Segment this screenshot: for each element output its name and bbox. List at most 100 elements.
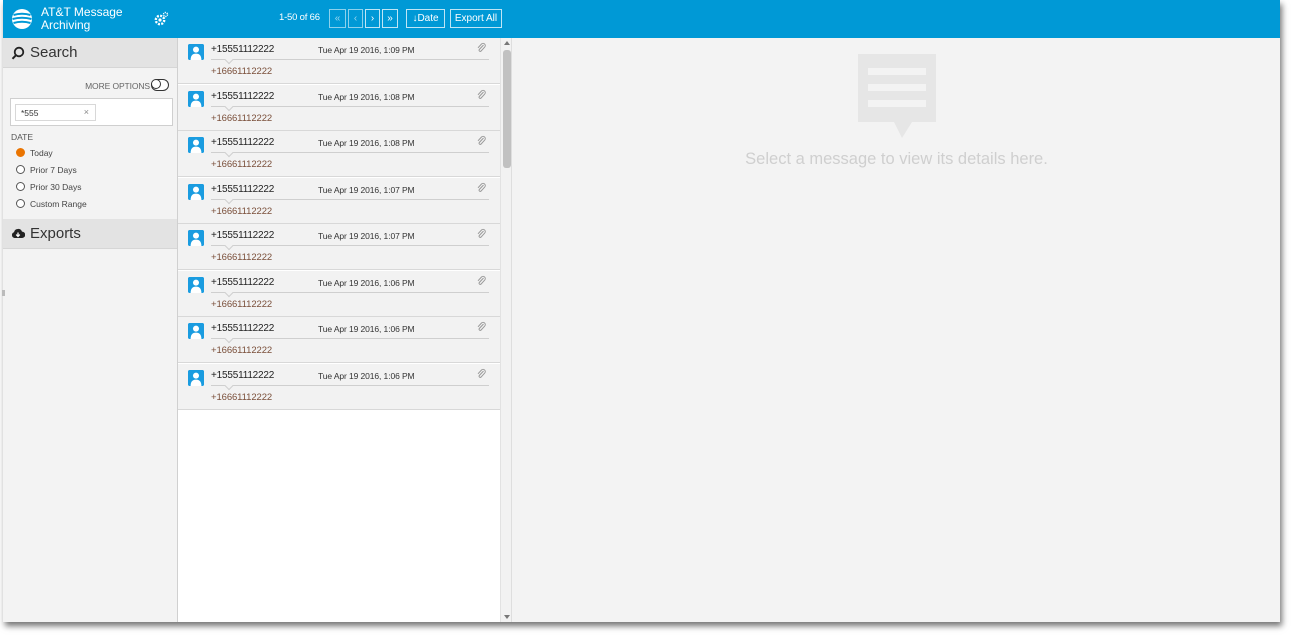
message-sender: +15551112222 [211, 44, 275, 55]
bubble-pointer [224, 195, 234, 204]
attachment-paperclip-icon [477, 89, 486, 99]
row-divider [211, 338, 489, 339]
message-row[interactable]: +15551112222 Tue Apr 19 2016, 1:08 PM +166… [178, 84, 500, 131]
scroll-up-icon[interactable] [504, 41, 510, 45]
row-divider [211, 198, 489, 200]
date-option-label: Prior 7 Days [30, 165, 77, 175]
exports-section-title: Exports [30, 225, 81, 242]
search-chip: *555 × [15, 104, 96, 121]
attachment-paperclip-icon [477, 42, 486, 52]
message-sender: +15551112222 [211, 183, 275, 195]
settings-gear-icon[interactable] [153, 11, 169, 27]
brand: AT&T Message Archiving [9, 4, 177, 34]
message-sender: +15551112222 [211, 369, 275, 381]
message-bubble-icon [858, 54, 936, 138]
message-timestamp: Tue Apr 19 2016, 1:08 PM [318, 138, 415, 148]
att-globe-icon [12, 9, 32, 29]
date-option-label: Prior 30 Days [30, 182, 82, 192]
list-toolbar: 1-50 of 66 « ‹ › » ↓Date Export All [179, 0, 502, 38]
scroll-down-icon[interactable] [504, 615, 510, 619]
chip-remove-icon[interactable]: × [84, 107, 89, 117]
row-divider [211, 384, 489, 386]
message-recipient: +16661112222 [211, 159, 273, 170]
message-timestamp: Tue Apr 19 2016, 1:06 PM [318, 277, 415, 288]
prev-page-button[interactable]: ‹ [348, 9, 363, 28]
left-resize-handle[interactable] [2, 290, 5, 296]
app-window: AT&T Message Archiving 1-50 of 66 « ‹ › … [3, 0, 1280, 622]
attachment-paperclip-icon [477, 228, 486, 238]
bubble-pointer [224, 334, 234, 344]
message-timestamp: Tue Apr 19 2016, 1:06 PM [318, 324, 415, 334]
message-recipient: +16661112222 [211, 345, 273, 356]
user-avatar-icon [188, 137, 204, 153]
attachment-paperclip-icon [477, 182, 486, 192]
bubble-pointer [224, 55, 234, 65]
row-divider [211, 291, 489, 293]
bubble-pointer [224, 241, 234, 251]
user-avatar-icon [188, 183, 204, 200]
scroll-thumb[interactable] [503, 50, 511, 168]
message-sender: +15551112222 [211, 323, 275, 334]
message-recipient: +16661112222 [211, 252, 273, 263]
exports-section-header[interactable]: Exports [3, 219, 177, 249]
date-option-label: Custom Range [30, 199, 87, 209]
message-row[interactable]: +15551112222 Tue Apr 19 2016, 1:07 PM +166… [178, 177, 500, 224]
message-sender: +15551112222 [211, 137, 275, 148]
user-avatar-icon [188, 230, 204, 246]
search-input[interactable]: *555 × [10, 98, 173, 126]
message-recipient: +16661112222 [211, 112, 273, 124]
message-row[interactable]: +15551112222 Tue Apr 19 2016, 1:06 PM +166… [178, 317, 500, 363]
sort-date-button[interactable]: ↓Date [406, 9, 445, 28]
sidebar: Search MORE OPTIONS *555 × DATE Today Pr… [3, 38, 177, 622]
date-option-label: Today [30, 148, 53, 158]
message-sender: +15551112222 [211, 90, 275, 102]
row-divider [211, 105, 489, 107]
message-row[interactable]: +15551112222 Tue Apr 19 2016, 1:07 PM +166… [178, 224, 500, 270]
header-bar: AT&T Message Archiving 1-50 of 66 « ‹ › … [3, 0, 1280, 38]
message-sender: +15551112222 [211, 230, 275, 241]
radio-icon [16, 199, 25, 208]
message-timestamp: Tue Apr 19 2016, 1:07 PM [318, 231, 415, 241]
user-avatar-icon [188, 90, 204, 107]
message-timestamp: Tue Apr 19 2016, 1:09 PM [318, 45, 415, 55]
bubble-pointer [224, 381, 234, 390]
search-chip-text: *555 [21, 108, 39, 118]
date-filter-label: DATE [11, 132, 34, 142]
message-list: +15551112222 Tue Apr 19 2016, 1:09 PM +166… [177, 38, 512, 622]
row-divider [211, 245, 489, 246]
message-recipient: +16661112222 [211, 205, 273, 217]
search-section-header[interactable]: Search [3, 38, 177, 68]
message-timestamp: Tue Apr 19 2016, 1:08 PM [318, 91, 415, 102]
search-icon [11, 46, 25, 60]
message-row[interactable]: +15551112222 Tue Apr 19 2016, 1:08 PM +166… [178, 131, 500, 177]
message-recipient: +16661112222 [211, 66, 273, 77]
user-avatar-icon [188, 276, 204, 293]
user-avatar-icon [188, 44, 204, 60]
message-timestamp: Tue Apr 19 2016, 1:06 PM [318, 370, 415, 381]
bubble-pointer [224, 102, 234, 111]
app-title: AT&T Message Archiving [41, 5, 123, 32]
attachment-paperclip-icon [477, 135, 486, 145]
row-divider [211, 59, 489, 60]
message-row[interactable]: +15551112222 Tue Apr 19 2016, 1:06 PM +166… [178, 270, 500, 317]
attachment-paperclip-icon [477, 368, 486, 378]
radio-selected-icon [16, 148, 25, 157]
message-row[interactable]: +15551112222 Tue Apr 19 2016, 1:06 PM +166… [178, 363, 500, 410]
attachment-paperclip-icon [477, 321, 486, 331]
more-options-label: MORE OPTIONS [85, 81, 150, 91]
row-divider [211, 152, 489, 153]
message-timestamp: Tue Apr 19 2016, 1:07 PM [318, 184, 415, 195]
more-options-toggle[interactable] [151, 79, 169, 91]
user-avatar-icon [188, 323, 204, 339]
last-page-button[interactable]: » [382, 9, 398, 28]
message-detail-pane: Select a message to view its details her… [511, 38, 1280, 622]
export-all-button[interactable]: Export All [450, 9, 502, 28]
bubble-pointer [224, 288, 234, 297]
user-avatar-icon [188, 369, 204, 386]
radio-icon [16, 182, 25, 191]
sort-date-label: Date [417, 13, 439, 24]
message-row[interactable]: +15551112222 Tue Apr 19 2016, 1:09 PM +166… [178, 38, 500, 84]
next-page-button[interactable]: › [365, 9, 380, 28]
first-page-button[interactable]: « [329, 9, 346, 28]
message-recipient: +16661112222 [211, 391, 273, 403]
